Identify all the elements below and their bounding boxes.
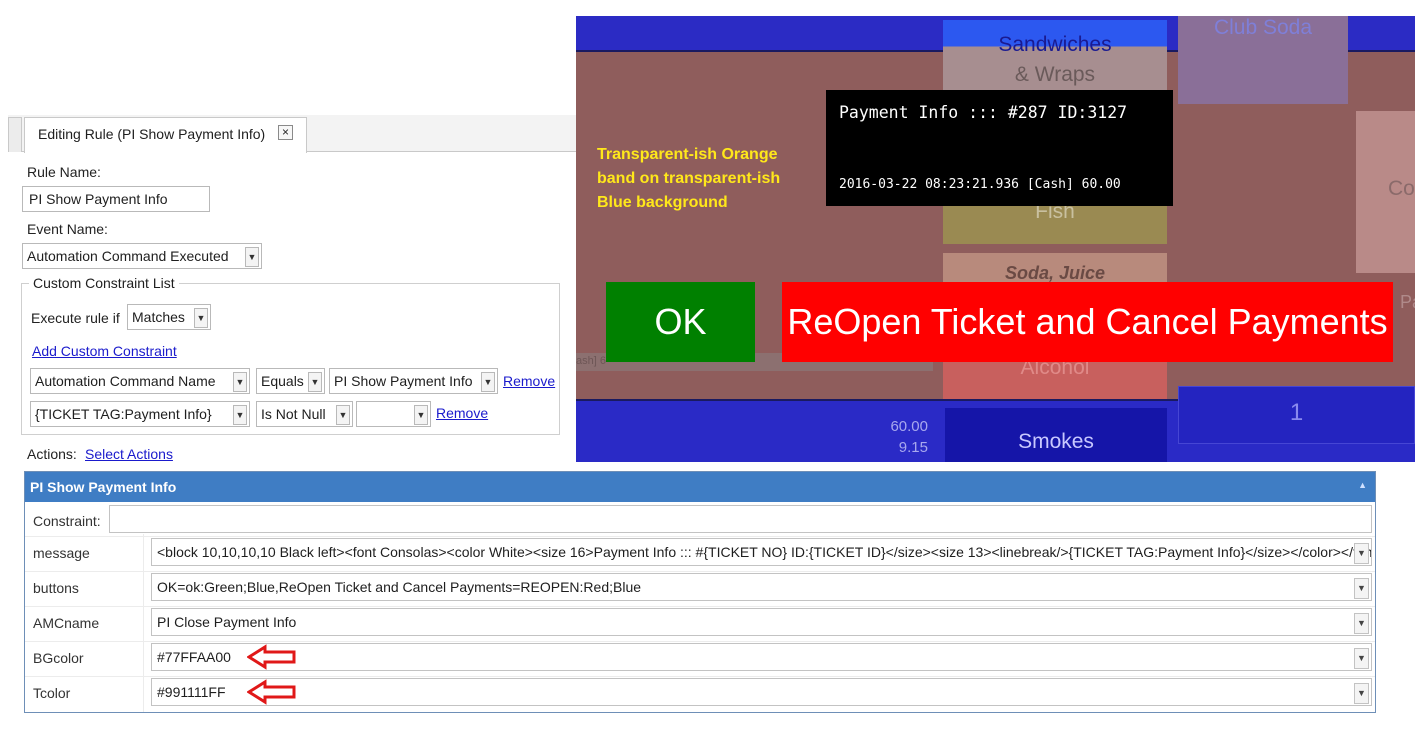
- constraint-1-remove-link[interactable]: Remove: [503, 373, 555, 389]
- row-divider: [25, 641, 1375, 642]
- tile-smokes-label: Smokes: [1018, 430, 1094, 453]
- chevron-down-icon[interactable]: ▼: [414, 405, 428, 425]
- payment-info-popup: Payment Info ::: #287 ID:3127 2016-03-22…: [826, 90, 1173, 206]
- constraint-2-remove-link[interactable]: Remove: [436, 405, 488, 421]
- constraint-1-operator: Equals: [261, 373, 304, 389]
- rule-name-input[interactable]: PI Show Payment Info: [22, 186, 210, 212]
- constraint-2-field-select[interactable]: {TICKET TAG:Payment Info} ▼: [30, 401, 250, 427]
- annotation-line-2: band on transparent-ish: [597, 170, 781, 187]
- close-icon[interactable]: ×: [278, 125, 293, 140]
- row-divider: [25, 676, 1375, 677]
- red-arrow-icon: [247, 679, 296, 705]
- annotation-line-3: Blue background: [597, 194, 728, 211]
- tile-soda-juice-label: Soda, Juice: [1004, 263, 1106, 283]
- chevron-down-icon[interactable]: ▼: [336, 405, 350, 425]
- message-label: message: [33, 545, 90, 561]
- grid-column-divider: [143, 534, 144, 712]
- row-divider: [25, 536, 1375, 537]
- tab-title: Editing Rule (PI Show Payment Info): [38, 126, 266, 142]
- payment-info-detail: 2016-03-22 08:23:21.936 [Cash] 60.00: [839, 177, 1121, 192]
- reopen-ticket-button[interactable]: ReOpen Ticket and Cancel Payments: [782, 282, 1393, 362]
- chevron-down-icon[interactable]: ▼: [1354, 648, 1369, 669]
- buttons-label: buttons: [33, 580, 79, 596]
- execute-rule-value: Matches: [132, 309, 185, 325]
- row-divider: [25, 571, 1375, 572]
- constraint-label: Constraint:: [33, 513, 101, 529]
- actions-label: Actions:: [27, 446, 77, 462]
- tile-sandwiches-label-2: & Wraps: [1014, 63, 1096, 86]
- buttons-value: OK=ok:Green;Blue,ReOpen Ticket and Cance…: [157, 579, 642, 595]
- chevron-down-icon[interactable]: ▼: [1354, 543, 1369, 564]
- chevron-down-icon[interactable]: ▼: [1354, 683, 1369, 704]
- chevron-down-icon[interactable]: ▼: [194, 308, 208, 328]
- amount-tax: 9.15: [898, 439, 928, 456]
- tile-right-pa-label: Pa: [1400, 292, 1415, 312]
- chevron-down-icon[interactable]: ▼: [233, 405, 247, 425]
- amcname-field[interactable]: PI Close Payment Info ▼: [151, 608, 1372, 636]
- tile-club-soda[interactable]: Club Soda: [1178, 16, 1348, 104]
- chevron-down-icon[interactable]: ▼: [245, 247, 259, 267]
- constraint-1-operator-select[interactable]: Equals ▼: [256, 368, 325, 394]
- red-arrow-icon: [247, 644, 296, 670]
- amcname-label: AMCname: [33, 615, 100, 631]
- message-field[interactable]: <block 10,10,10,10 Black left><font Cons…: [151, 538, 1372, 566]
- chevron-down-icon[interactable]: ▼: [1354, 578, 1369, 599]
- tile-quantity-label: 1: [1289, 399, 1304, 426]
- constraint-2-operator-select[interactable]: Is Not Null ▼: [256, 401, 353, 427]
- tile-sandwiches[interactable]: Sandwiches & Wraps: [943, 20, 1167, 98]
- chevron-down-icon[interactable]: ▼: [481, 372, 495, 392]
- custom-constraint-group-title: Custom Constraint List: [29, 275, 179, 291]
- action-property-grid: PI Show Payment Info ▲ Constraint: messa…: [24, 471, 1376, 713]
- rule-editor-panel: Editing Rule (PI Show Payment Info) × Ru…: [8, 115, 576, 470]
- grid-header: PI Show Payment Info: [25, 472, 1375, 502]
- tile-right-co[interactable]: Co: [1356, 111, 1415, 273]
- chevron-down-icon[interactable]: ▼: [233, 372, 247, 392]
- tile-smokes[interactable]: Smokes: [945, 408, 1167, 462]
- execute-rule-label: Execute rule if: [31, 310, 120, 326]
- annotation-text: Transparent-ish Orange band on transpare…: [597, 143, 827, 215]
- amount-total: 60.00: [890, 418, 928, 435]
- bgcolor-value: #77FFAA00: [157, 649, 231, 665]
- constraint-2-field: {TICKET TAG:Payment Info}: [35, 406, 212, 422]
- execute-rule-select[interactable]: Matches ▼: [127, 304, 211, 330]
- constraint-1-value: PI Show Payment Info: [334, 373, 473, 389]
- constraint-input[interactable]: [109, 505, 1372, 533]
- tile-sandwiches-label-1: Sandwiches: [998, 33, 1112, 56]
- buttons-field[interactable]: OK=ok:Green;Blue,ReOpen Ticket and Cance…: [151, 573, 1372, 601]
- constraint-2-operator: Is Not Null: [261, 406, 326, 422]
- select-actions-link[interactable]: Select Actions: [85, 446, 173, 462]
- row-divider: [25, 606, 1375, 607]
- constraint-1-field: Automation Command Name: [35, 373, 216, 389]
- collapse-icon[interactable]: ▲: [1358, 480, 1367, 490]
- payment-info-title: Payment Info ::: #287 ID:3127: [839, 103, 1128, 122]
- event-name-select[interactable]: Automation Command Executed ▼: [22, 243, 262, 269]
- message-value: <block 10,10,10,10 Black left><font Cons…: [157, 544, 1372, 560]
- ok-button[interactable]: OK: [606, 282, 755, 362]
- constraint-2-value-select[interactable]: ▼: [356, 401, 431, 427]
- constraint-1-value-select[interactable]: PI Show Payment Info ▼: [329, 368, 498, 394]
- rule-name-label: Rule Name:: [27, 164, 101, 180]
- faint-ticket-text: ash] 6: [576, 355, 606, 367]
- grid-header-title: PI Show Payment Info: [30, 479, 177, 495]
- tcolor-value: #991111FF: [157, 684, 226, 700]
- chevron-down-icon[interactable]: ▼: [308, 372, 322, 392]
- previous-tab[interactable]: [8, 117, 22, 152]
- event-name-value: Automation Command Executed: [27, 248, 229, 264]
- tcolor-field[interactable]: #991111FF ▼: [151, 678, 1372, 706]
- bgcolor-label: BGcolor: [33, 650, 84, 666]
- amcname-value: PI Close Payment Info: [157, 614, 297, 630]
- tile-quantity[interactable]: 1: [1178, 386, 1415, 444]
- tile-right-co-label: Co: [1388, 177, 1415, 200]
- tcolor-label: Tcolor: [33, 685, 71, 701]
- event-name-label: Event Name:: [27, 221, 108, 237]
- chevron-down-icon[interactable]: ▼: [1354, 613, 1369, 634]
- pos-screen-preview: Club Soda Sandwiches & Wraps Fish Soda, …: [576, 16, 1415, 462]
- tab-editing-rule[interactable]: Editing Rule (PI Show Payment Info): [24, 117, 307, 153]
- tile-club-soda-label: Club Soda: [1213, 16, 1313, 39]
- ticket-amounts: 60.00 9.15: [876, 416, 928, 458]
- constraint-1-field-select[interactable]: Automation Command Name ▼: [30, 368, 250, 394]
- bgcolor-field[interactable]: #77FFAA00 ▼: [151, 643, 1372, 671]
- annotation-line-1: Transparent-ish Orange: [597, 146, 778, 163]
- add-custom-constraint-link[interactable]: Add Custom Constraint: [32, 343, 177, 359]
